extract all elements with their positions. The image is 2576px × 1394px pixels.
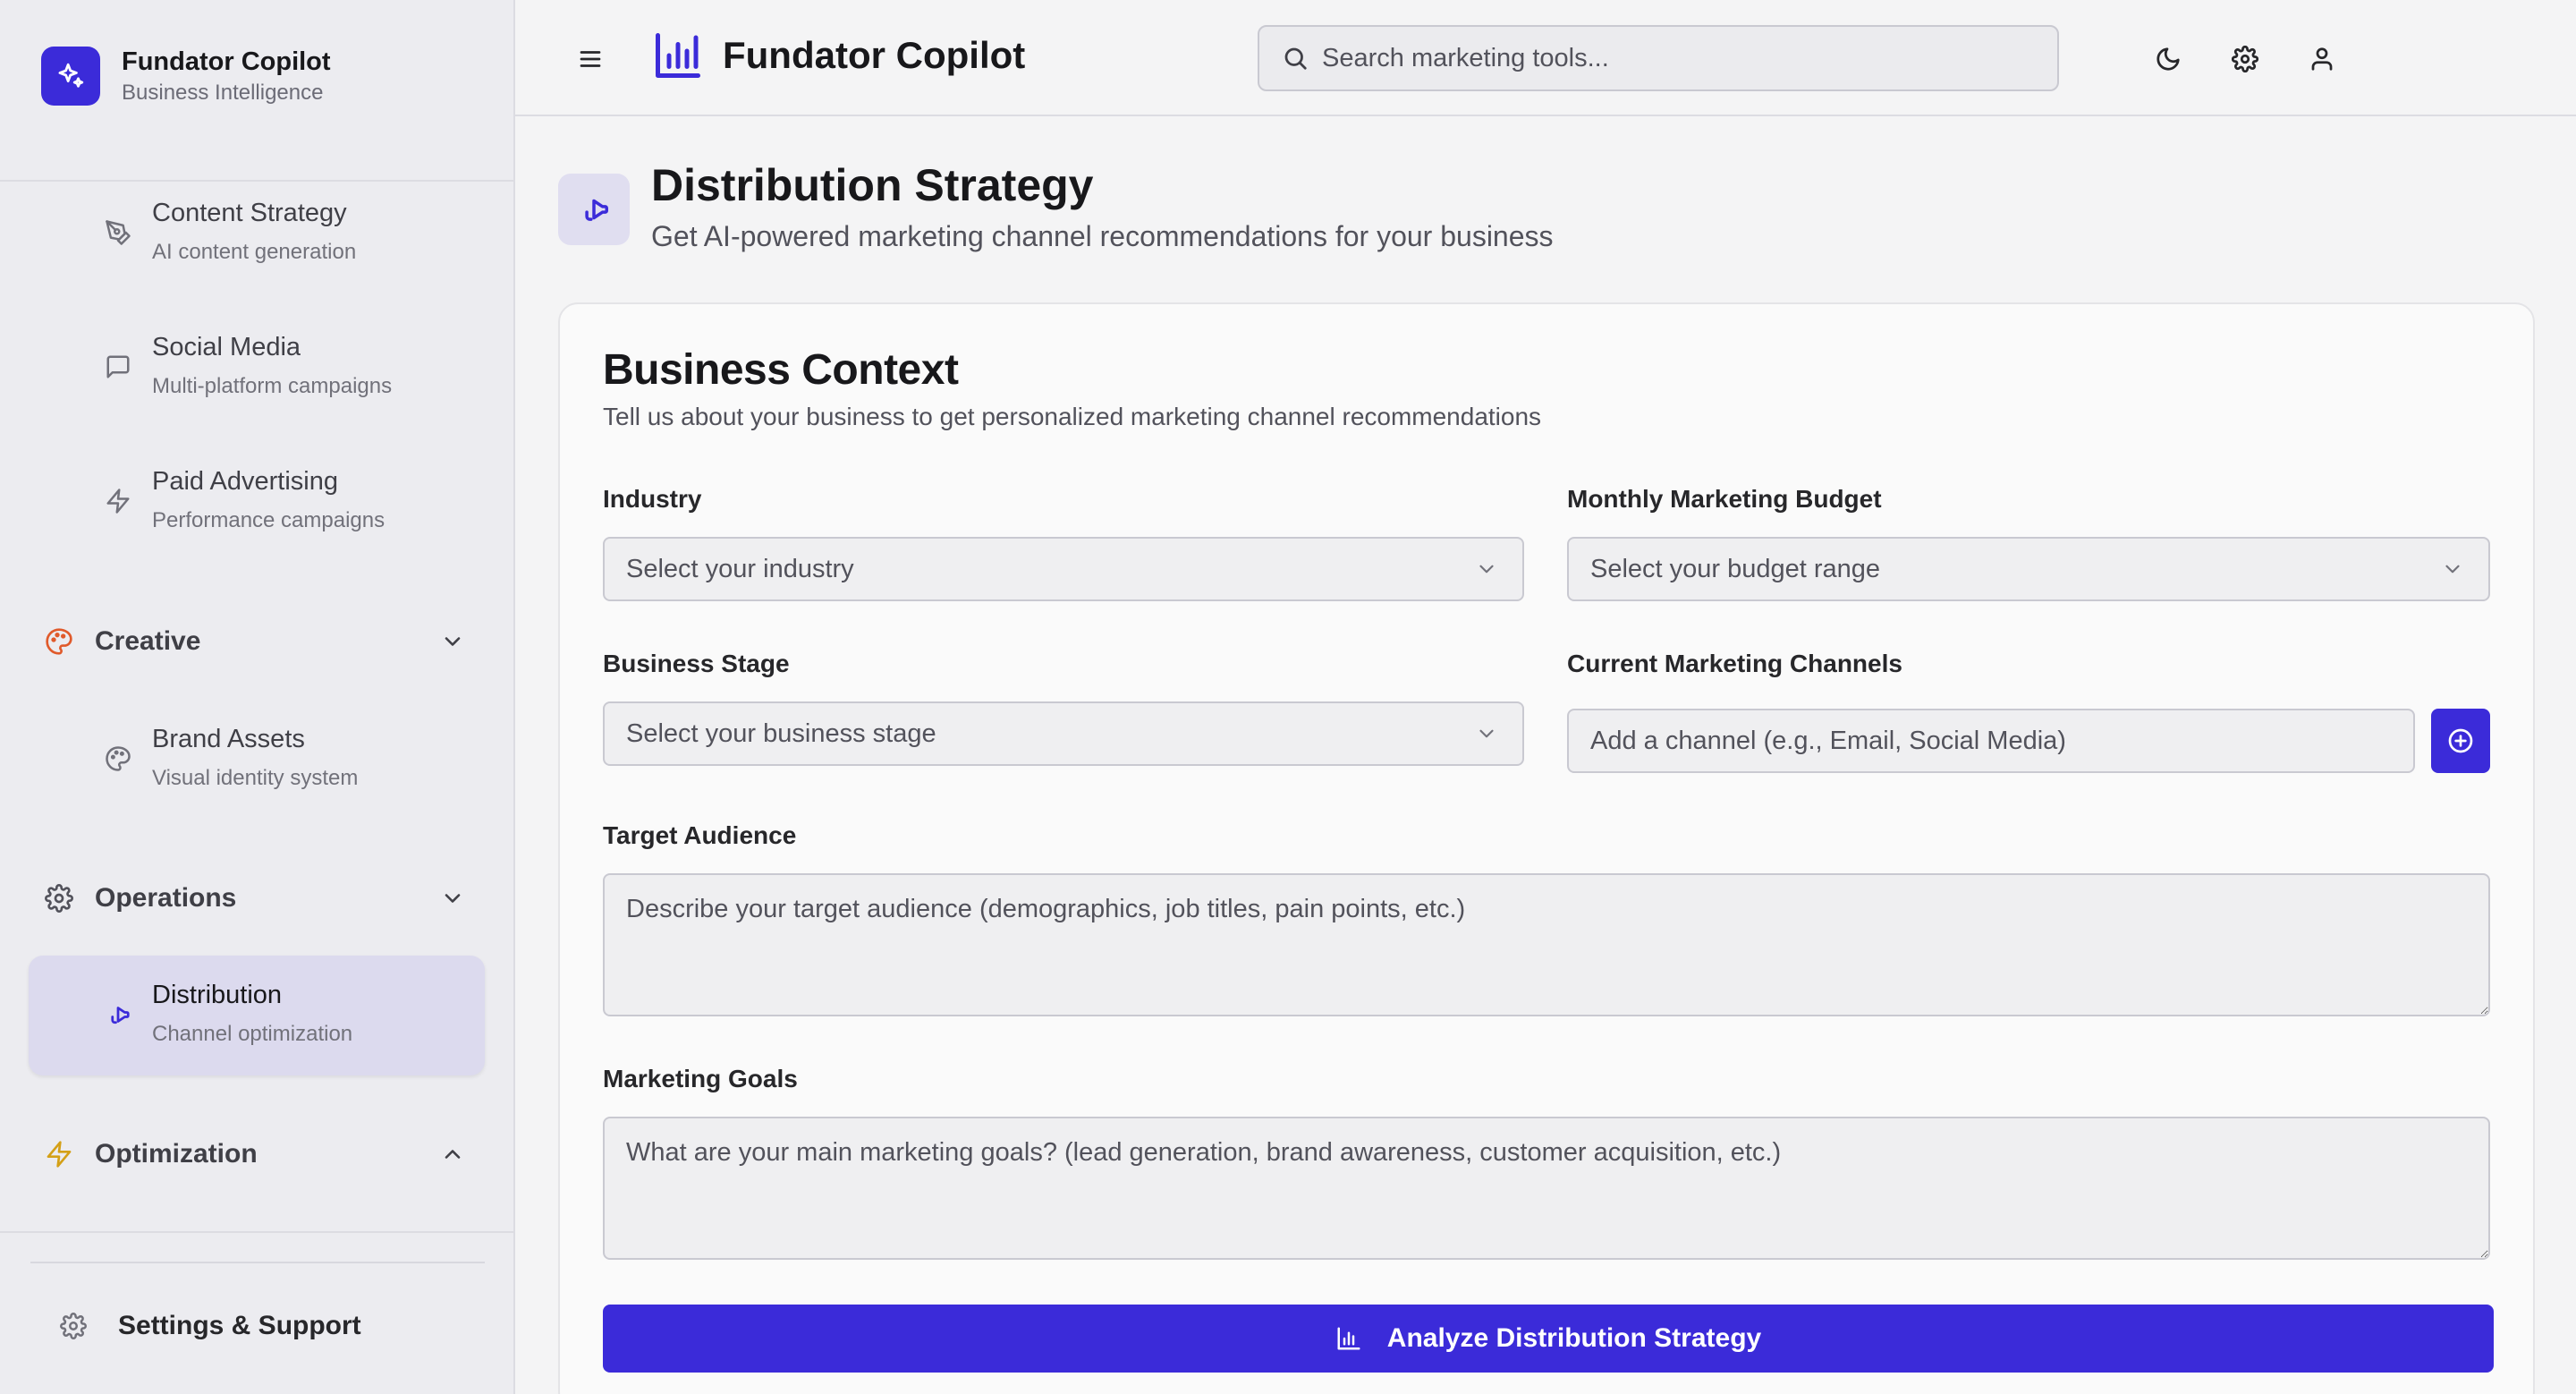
- sidebar-item-subtitle: Visual identity system: [152, 766, 359, 790]
- zap-icon: [100, 483, 136, 519]
- section-label: Operations: [95, 883, 237, 913]
- section-label: Optimization: [95, 1139, 258, 1169]
- analyze-button-label: Analyze Distribution Strategy: [1386, 1323, 1762, 1353]
- budget-label: Monthly Marketing Budget: [1567, 485, 1882, 513]
- sidebar-item-paid-advertising[interactable]: Paid Advertising Performance campaigns: [29, 442, 485, 562]
- brand[interactable]: Fundator Copilot Business Intelligence: [41, 45, 331, 107]
- goals-label: Marketing Goals: [603, 1065, 798, 1092]
- megaphone-icon: [100, 997, 136, 1033]
- gear-icon[interactable]: [2225, 39, 2265, 79]
- search-icon: [1279, 42, 1311, 74]
- chevron-down-icon[interactable]: [435, 880, 470, 916]
- card-title: Business Context: [603, 346, 959, 394]
- sidebar-item-subtitle: Multi-platform campaigns: [152, 374, 393, 398]
- add-channel-button[interactable]: [2431, 709, 2490, 773]
- megaphone-icon: [558, 174, 630, 245]
- stage-label: Business Stage: [603, 650, 790, 677]
- budget-select[interactable]: Select your budget range: [1567, 537, 2490, 601]
- industry-select-value: Select your industry: [626, 554, 854, 583]
- goals-textarea[interactable]: [603, 1117, 2490, 1260]
- sparkles-icon: [41, 47, 100, 106]
- budget-select-value: Select your budget range: [1590, 554, 1881, 583]
- bar-chart-icon: [1335, 1325, 1362, 1352]
- search-input[interactable]: [1322, 43, 2020, 73]
- chevron-down-icon: [2436, 553, 2469, 585]
- sidebar-item-title: Distribution: [152, 981, 283, 1009]
- section-operations[interactable]: Operations: [41, 873, 470, 923]
- business-context-card: Business Context Tell us about your busi…: [558, 302, 2535, 1394]
- brand-title: Fundator Copilot: [122, 47, 331, 76]
- palette-icon: [41, 624, 77, 659]
- sidebar-divider: [30, 1262, 485, 1263]
- sidebar-item-title: Social Media: [152, 333, 301, 361]
- analyze-distribution-button[interactable]: Analyze Distribution Strategy: [603, 1305, 2494, 1373]
- palette-icon: [100, 741, 136, 777]
- audience-label: Target Audience: [603, 821, 797, 849]
- settings-support-label: Settings & Support: [118, 1311, 361, 1340]
- brand-tagline: Business Intelligence: [122, 81, 324, 105]
- chevron-down-icon: [1470, 718, 1503, 750]
- sidebar-item-social-media[interactable]: Social Media Multi-platform campaigns: [29, 308, 485, 428]
- menu-icon[interactable]: [571, 39, 610, 79]
- sidebar-item-subtitle: AI content generation: [152, 240, 357, 264]
- channel-input[interactable]: [1567, 709, 2415, 773]
- industry-select[interactable]: Select your industry: [603, 537, 1524, 601]
- section-label: Creative: [95, 626, 201, 656]
- channels-label: Current Marketing Channels: [1567, 650, 1902, 677]
- section-optimization[interactable]: Optimization: [41, 1129, 470, 1179]
- user-icon[interactable]: [2302, 39, 2342, 79]
- sidebar-item-subtitle: Performance campaigns: [152, 508, 386, 532]
- chevron-down-icon[interactable]: [435, 624, 470, 659]
- sidebar-item-subtitle: Channel optimization: [152, 1022, 353, 1046]
- app-title: Fundator Copilot: [723, 34, 1026, 76]
- sidebar-item-content-strategy[interactable]: Content Strategy AI content generation: [29, 174, 485, 293]
- sidebar-item-title: Paid Advertising: [152, 467, 338, 496]
- sidebar: Fundator Copilot Business Intelligence C…: [0, 0, 515, 1394]
- sidebar-item-brand-assets[interactable]: Brand Assets Visual identity system: [29, 700, 485, 820]
- zap-icon: [41, 1136, 77, 1172]
- moon-icon[interactable]: [2148, 39, 2188, 79]
- stage-select[interactable]: Select your business stage: [603, 701, 1524, 766]
- sidebar-item-title: Brand Assets: [152, 725, 305, 753]
- gear-icon: [41, 880, 77, 916]
- sidebar-item-distribution[interactable]: Distribution Channel optimization: [29, 956, 485, 1075]
- search-box[interactable]: [1258, 25, 2059, 91]
- bar-chart-icon: [651, 29, 705, 82]
- gear-icon: [55, 1308, 91, 1344]
- message-square-icon: [100, 349, 136, 385]
- sidebar-divider: [0, 1231, 513, 1233]
- chevron-up-icon[interactable]: [435, 1136, 470, 1172]
- section-creative[interactable]: Creative: [41, 616, 470, 667]
- settings-support-link[interactable]: Settings & Support: [55, 1308, 361, 1344]
- page-title: Distribution Strategy: [651, 160, 1094, 210]
- chevron-down-icon: [1470, 553, 1503, 585]
- audience-textarea[interactable]: [603, 873, 2490, 1016]
- industry-label: Industry: [603, 485, 702, 513]
- stage-select-value: Select your business stage: [626, 718, 936, 748]
- topbar: Fundator Copilot: [515, 0, 2576, 116]
- pen-tool-icon: [100, 215, 136, 251]
- sidebar-item-title: Content Strategy: [152, 199, 347, 227]
- plus-circle-icon: [2448, 728, 2473, 753]
- card-description: Tell us about your business to get perso…: [603, 403, 1542, 430]
- page-subtitle: Get AI-powered marketing channel recomme…: [651, 220, 1554, 252]
